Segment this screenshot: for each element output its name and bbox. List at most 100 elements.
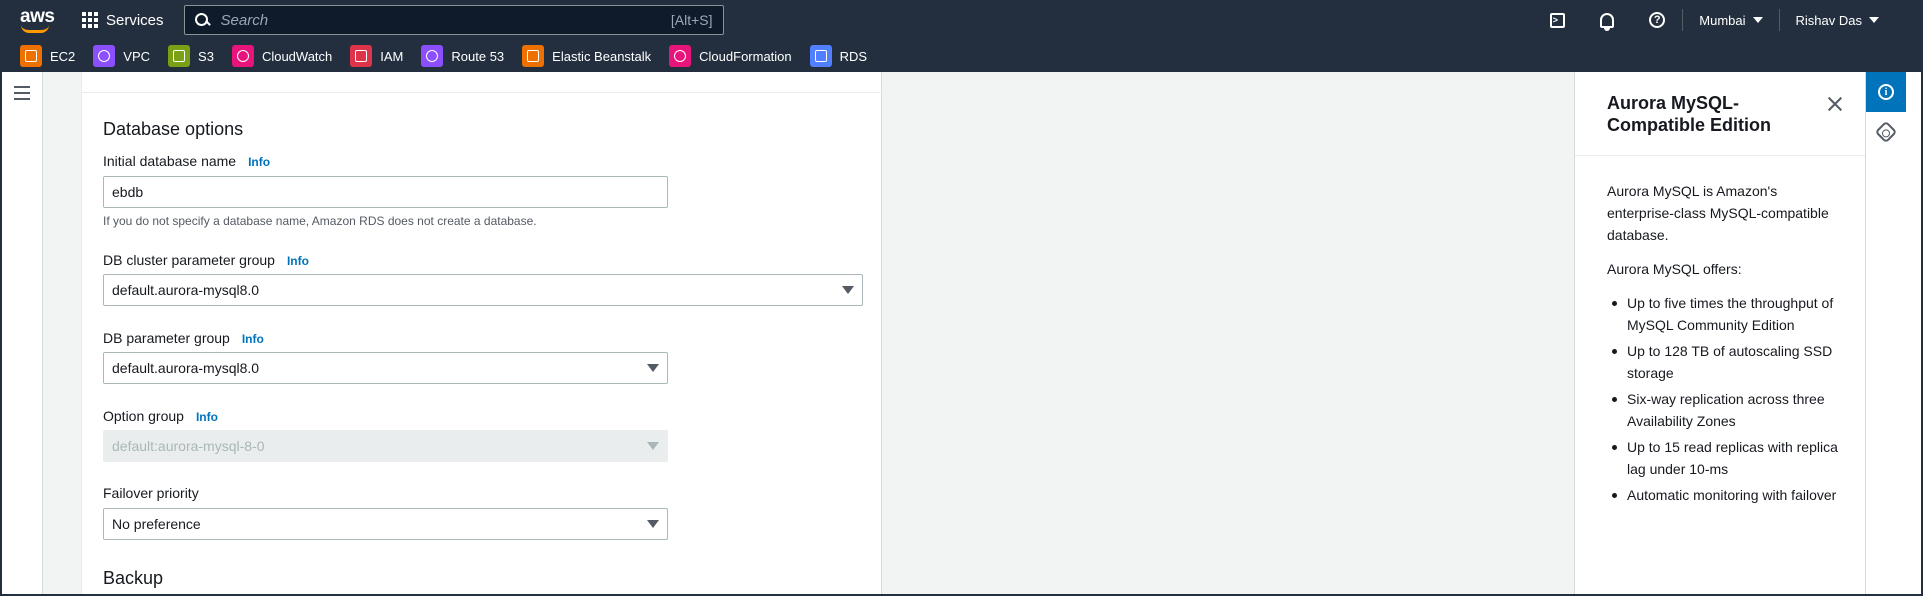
search-shortcut: [Alt+S]	[670, 12, 713, 28]
beanstalk-icon	[522, 45, 545, 67]
cluster-param-label-row: DB cluster parameter group Info	[103, 252, 309, 268]
terminal-icon: >	[1549, 12, 1565, 28]
section-title: Database options	[103, 119, 244, 139]
favorite-elastic-beanstalk[interactable]: Elastic Beanstalk	[522, 45, 651, 67]
help-header: Aurora MySQL-Compatible Edition	[1575, 72, 1865, 156]
db-name-label: Initial database name	[103, 153, 237, 169]
help-bullet: Up to 128 TB of autoscaling SSD storage	[1612, 340, 1845, 384]
region-label: Mumbai	[1699, 12, 1746, 28]
help-bullet-list: Up to five times the throughput of MySQL…	[1607, 292, 1845, 506]
failover-label-row: Failover priority	[103, 485, 199, 501]
option-group-value: default:aurora-mysql-8-0	[112, 438, 265, 454]
db-param-select[interactable]: default.aurora-mysql8.0	[103, 352, 668, 384]
caret-down-icon	[647, 520, 659, 528]
favorite-label: S3	[198, 48, 214, 64]
s3-icon	[168, 45, 191, 67]
favorite-label: EC2	[50, 48, 76, 64]
backup-section-title: Backup	[103, 568, 164, 588]
notifications-button[interactable]	[1582, 0, 1632, 40]
top-navigation: aws Services [Alt+S] > ? Mumbai Rishav D…	[0, 0, 1923, 40]
option-group-select: default:aurora-mysql-8-0	[103, 430, 668, 462]
favorite-rds[interactable]: RDS	[809, 45, 868, 67]
help-bullet: Automatic monitoring with failover	[1612, 484, 1845, 506]
db-param-value: default.aurora-mysql8.0	[112, 360, 260, 376]
cluster-param-value: default.aurora-mysql8.0	[112, 282, 260, 298]
route53-icon	[421, 45, 444, 67]
db-name-info-link[interactable]: Info	[248, 155, 270, 169]
favorite-vpc[interactable]: VPC	[93, 45, 150, 67]
section-divider	[82, 92, 882, 93]
aws-smile-icon	[21, 25, 49, 33]
failover-value: No preference	[112, 516, 201, 532]
help-offers-label: Aurora MySQL offers:	[1607, 261, 1742, 277]
favorite-route-53[interactable]: Route 53	[421, 45, 504, 67]
ec2-icon	[20, 45, 42, 67]
favorite-label: Elastic Beanstalk	[552, 48, 652, 64]
favorite-label: CloudWatch	[261, 48, 333, 64]
search-box[interactable]: [Alt+S]	[183, 5, 724, 35]
caret-down-icon	[1752, 17, 1763, 23]
option-group-info-link[interactable]: Info	[196, 410, 218, 424]
help-title: Aurora MySQL-Compatible Edition	[1607, 93, 1771, 135]
favorite-label: IAM	[380, 48, 404, 64]
services-label: Services	[106, 11, 164, 29]
tools-rail: i	[1865, 72, 1921, 596]
option-group-label: Option group	[103, 408, 184, 424]
nav-right-group: > ? Mumbai Rishav Das	[1532, 0, 1895, 40]
caret-down-icon	[647, 364, 659, 372]
favorite-label: CloudFormation	[699, 48, 792, 64]
left-navigation-rail	[2, 72, 43, 594]
help-button[interactable]: ?	[1632, 0, 1682, 40]
region-selector[interactable]: Mumbai	[1683, 13, 1778, 28]
cluster-param-select[interactable]: default.aurora-mysql8.0	[103, 274, 863, 306]
db-name-hint: If you do not specify a database name, A…	[103, 214, 537, 228]
info-icon: i	[1878, 84, 1894, 100]
favorite-label: Route 53	[451, 48, 505, 64]
cloudwatch-icon	[231, 45, 254, 67]
db-param-label: DB parameter group	[103, 330, 230, 346]
help-bullet: Up to five times the throughput of MySQL…	[1612, 292, 1845, 336]
caret-down-icon	[647, 442, 659, 450]
help-panel: Aurora MySQL-Compatible Edition Aurora M…	[1574, 72, 1865, 596]
db-name-field[interactable]	[103, 176, 668, 208]
db-name-input[interactable]	[112, 184, 659, 200]
db-param-info-link[interactable]: Info	[242, 332, 264, 346]
info-panel-button[interactable]: i	[1866, 72, 1906, 112]
help-bullet: Six-way replication across three Availab…	[1612, 388, 1845, 432]
aws-logo[interactable]: aws	[18, 6, 55, 34]
caret-down-icon	[842, 286, 854, 294]
favorite-cloudwatch[interactable]: CloudWatch	[231, 45, 333, 67]
db-name-label-row: Initial database name Info	[103, 153, 270, 169]
help-bullet: Up to 15 read replicas with replica lag …	[1612, 436, 1845, 480]
cluster-param-label: DB cluster parameter group	[103, 252, 275, 268]
favorite-iam[interactable]: IAM	[350, 45, 403, 67]
favorite-label: RDS	[839, 48, 868, 64]
iam-icon	[350, 45, 373, 67]
account-name: Rishav Das	[1795, 12, 1862, 28]
rds-icon	[809, 45, 832, 67]
failover-select[interactable]: No preference	[103, 508, 668, 540]
account-menu[interactable]: Rishav Das	[1780, 13, 1895, 28]
services-menu-button[interactable]: Services	[82, 12, 164, 29]
favorite-s3[interactable]: S3	[168, 45, 214, 67]
grid-icon	[82, 12, 98, 28]
resources-icon[interactable]	[1874, 120, 1898, 144]
cloudformation-icon	[669, 45, 692, 67]
hamburger-menu-icon[interactable]	[14, 86, 30, 104]
help-body: Aurora MySQL is Amazon's enterprise-clas…	[1575, 156, 1865, 506]
favorites-bar: EC2 VPC S3 CloudWatch IAM Route 53 Elastic Bea…	[0, 40, 1923, 72]
close-icon[interactable]	[1827, 96, 1843, 112]
db-param-label-row: DB parameter group Info	[103, 330, 264, 346]
search-input[interactable]	[220, 11, 671, 29]
help-intro: Aurora MySQL is Amazon's enterprise-clas…	[1607, 183, 1829, 243]
cloudshell-button[interactable]: >	[1532, 0, 1582, 40]
favorite-ec2[interactable]: EC2	[20, 45, 75, 67]
failover-label: Failover priority	[103, 485, 199, 501]
cluster-param-info-link[interactable]: Info	[287, 254, 309, 268]
bell-icon	[1600, 12, 1615, 31]
option-group-label-row: Option group Info	[103, 408, 218, 424]
help-icon: ?	[1649, 12, 1666, 28]
favorite-label: VPC	[123, 48, 151, 64]
caret-down-icon	[1869, 17, 1879, 23]
favorite-cloudformation[interactable]: CloudFormation	[669, 45, 792, 67]
